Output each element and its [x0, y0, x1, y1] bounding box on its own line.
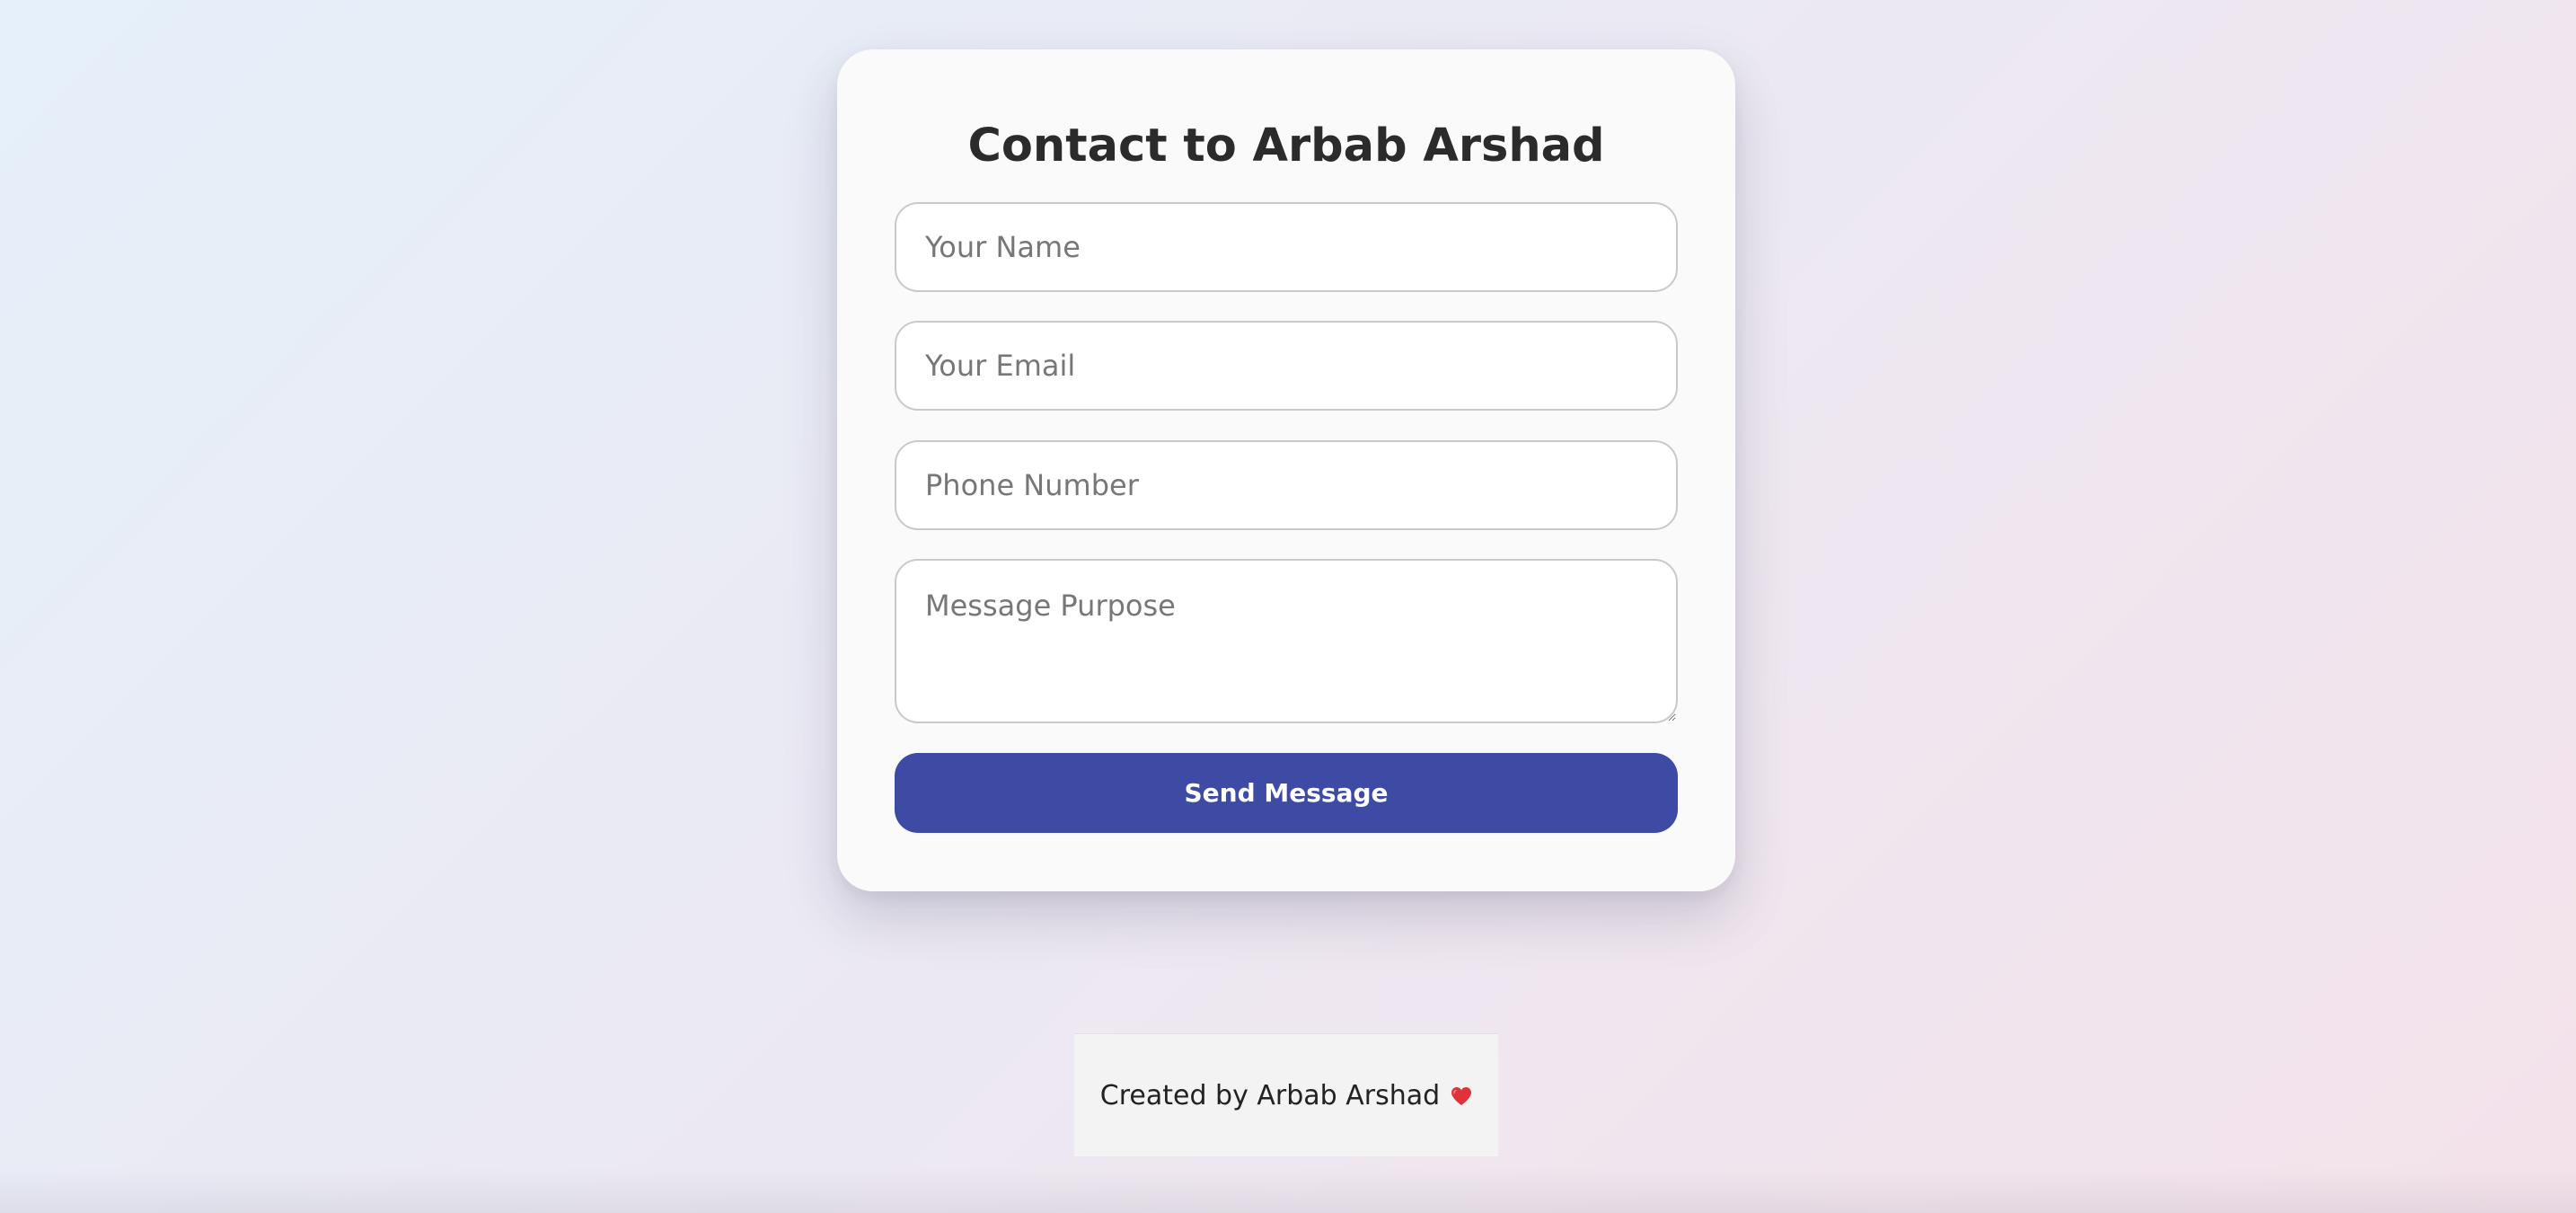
- message-textarea[interactable]: [895, 559, 1678, 723]
- footer: Created by Arbab Arshad: [1074, 1033, 1498, 1156]
- heart-icon: [1451, 1086, 1472, 1106]
- footer-credit-text: Created by Arbab Arshad: [1099, 1079, 1441, 1111]
- name-input[interactable]: [895, 202, 1678, 292]
- send-message-button[interactable]: Send Message: [895, 753, 1678, 833]
- phone-input[interactable]: [895, 440, 1678, 530]
- email-input[interactable]: [895, 321, 1678, 411]
- form-title: Contact to Arbab Arshad: [967, 120, 1605, 173]
- contact-form-card: Contact to Arbab Arshad Send Message: [837, 49, 1735, 891]
- bottom-shade: [0, 1168, 2576, 1213]
